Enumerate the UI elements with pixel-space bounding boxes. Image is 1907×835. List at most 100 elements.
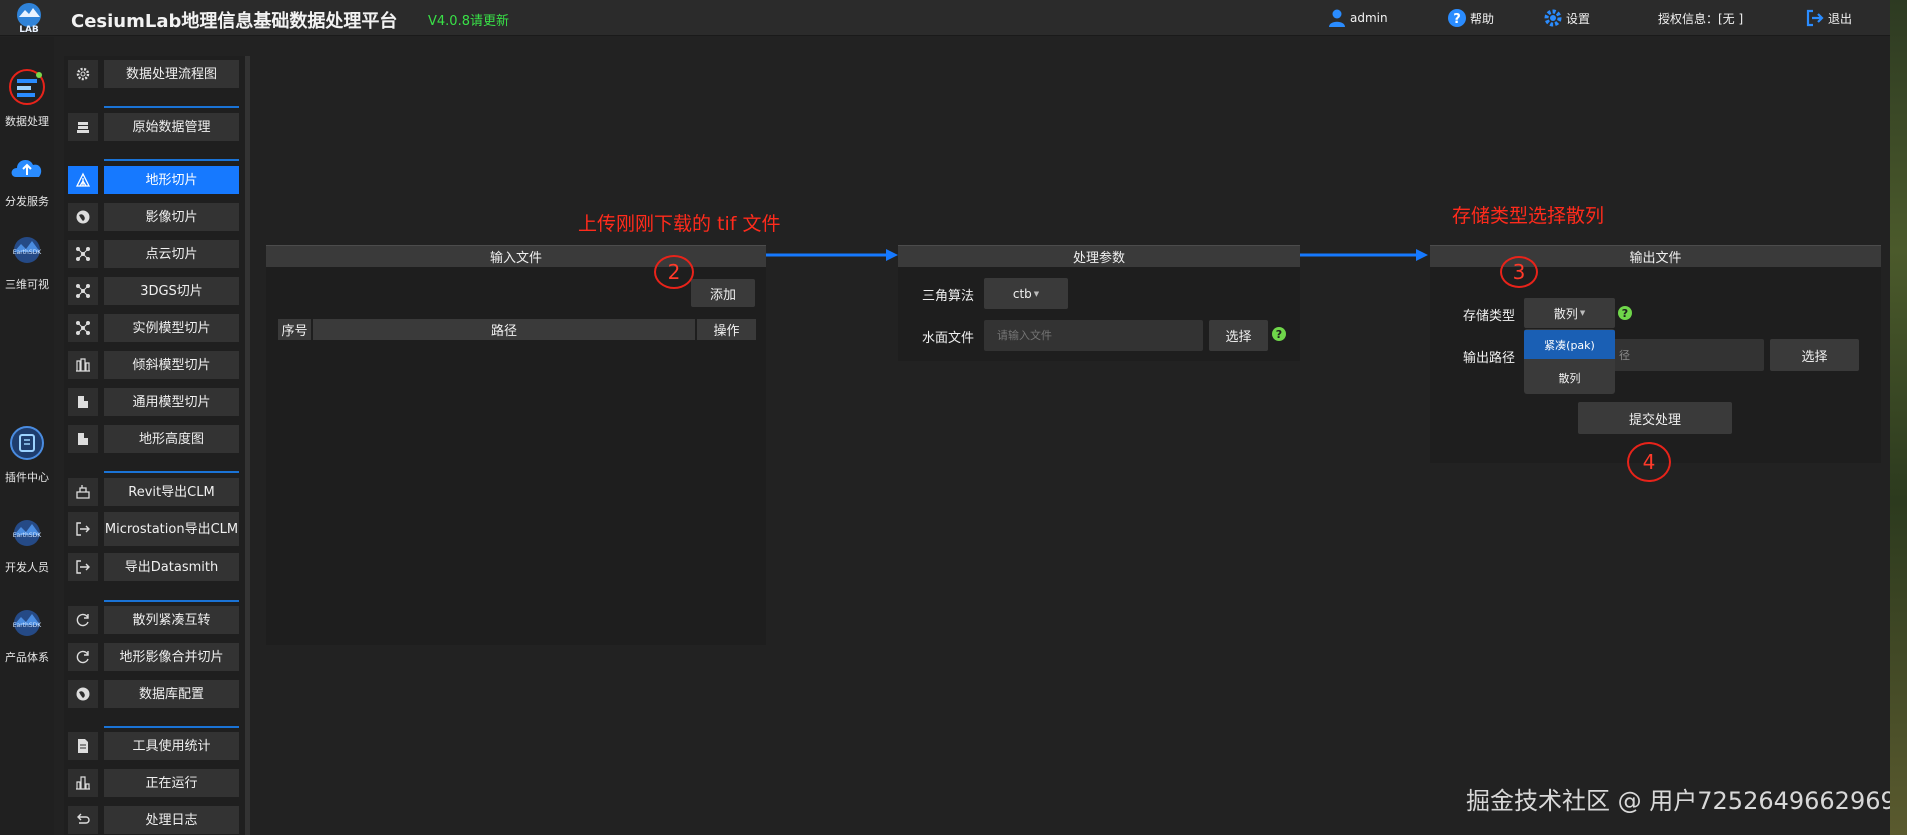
data-processing-icon xyxy=(9,69,45,105)
rail-item-products[interactable]: EarthSDK 产品体系 xyxy=(0,603,54,677)
algorithm-value: ctb xyxy=(1012,286,1032,301)
rail-item-distribution[interactable]: 分发服务 xyxy=(0,147,54,221)
step-marker-2: 2 xyxy=(654,255,694,289)
algorithm-select[interactable]: ctb ▼ xyxy=(984,278,1068,309)
logout-button[interactable]: 退出 xyxy=(1805,8,1852,28)
user-menu[interactable]: admin xyxy=(1327,8,1388,28)
output-path-select-button[interactable]: 选择 xyxy=(1770,339,1859,371)
sidebar-item-terrain-tiling[interactable]: 地形切片 xyxy=(68,166,239,194)
plugin-icon xyxy=(10,426,44,460)
gear-icon xyxy=(68,60,98,88)
logout-icon xyxy=(1806,9,1824,27)
sidebar-item-datasmith-export[interactable]: 导出Datasmith xyxy=(68,553,239,581)
dropdown-option-compact[interactable]: 紧凑(pak) xyxy=(1524,330,1615,359)
water-file-input[interactable] xyxy=(984,320,1203,351)
license-info: 授权信息：[无 ] xyxy=(1658,8,1743,28)
settings-button[interactable]: 设置 xyxy=(1543,8,1590,28)
sidebar-item-microstation-export[interactable]: Microstation导出CLM xyxy=(68,512,239,546)
refresh-icon xyxy=(68,643,98,671)
sidebar-item-label: 地形切片 xyxy=(104,166,239,194)
sidebar-item-label: 数据库配置 xyxy=(104,680,239,708)
sidebar-item-process-log[interactable]: 处理日志 xyxy=(68,806,239,834)
refresh-icon xyxy=(68,606,98,634)
sidebar-item-terrain-heightmap[interactable]: 地形高度图 xyxy=(68,425,239,453)
sidebar-item-revit-export[interactable]: Revit导出CLM xyxy=(68,478,239,506)
cloud-icon xyxy=(11,159,42,177)
step-marker-3: 3 xyxy=(1500,256,1538,288)
desktop-background-strip xyxy=(1890,0,1907,835)
terrain-icon xyxy=(68,166,98,194)
rail-item-developers[interactable]: EarthSDK 开发人员 xyxy=(0,513,54,587)
dropdown-option-hash[interactable]: 散列 xyxy=(1524,363,1615,392)
globe-icon xyxy=(68,680,98,708)
sidebar-divider xyxy=(104,106,239,108)
rail-item-data-processing[interactable]: 数据处理 xyxy=(0,67,54,141)
step-marker-4: 4 xyxy=(1627,442,1671,482)
svg-text:LAB: LAB xyxy=(19,25,39,34)
sidebar-item-pointcloud-tiling[interactable]: 点云切片 xyxy=(68,240,239,268)
help-button[interactable]: ? 帮助 xyxy=(1447,8,1494,28)
submit-process-button[interactable]: 提交处理 xyxy=(1578,402,1732,434)
sidebar-item-hash-compact-convert[interactable]: 散列紧凑互转 xyxy=(68,606,239,634)
rail-item-plugins[interactable]: 插件中心 xyxy=(0,423,54,497)
sidebar-item-usage-stats[interactable]: 工具使用统计 xyxy=(68,732,239,760)
rail-item-3d-visual[interactable]: EarthSDK 三维可视 xyxy=(0,230,54,304)
username: admin xyxy=(1350,11,1388,25)
sidebar-item-terrain-imagery-merge[interactable]: 地形影像合并切片 xyxy=(68,643,239,671)
column-header-index[interactable]: 序号 xyxy=(278,319,311,340)
nodes-icon xyxy=(68,240,98,268)
document-icon xyxy=(68,732,98,760)
annotation-upload-note: 上传刚刚下载的 tif 文件 xyxy=(578,213,781,235)
algorithm-label: 三角算法 xyxy=(922,289,975,304)
water-file-label: 水面文件 xyxy=(922,331,975,346)
sidebar-item-label: 散列紧凑互转 xyxy=(104,606,239,634)
sidebar-item-raw-data[interactable]: 原始数据管理 xyxy=(68,113,239,141)
storage-type-help-icon[interactable]: ? xyxy=(1618,306,1632,320)
logout-label: 退出 xyxy=(1828,11,1853,26)
sidebar-scrollbar[interactable] xyxy=(245,56,250,835)
revit-icon xyxy=(68,478,98,506)
version-update-link[interactable]: V4.0.8请更新 xyxy=(428,10,509,29)
sidebar-item-general-model-tiling[interactable]: 通用模型切片 xyxy=(68,388,239,416)
svg-text:?: ? xyxy=(1453,12,1461,27)
sidebar-divider xyxy=(104,159,239,161)
sidebar-item-instance-model-tiling[interactable]: 实例模型切片 xyxy=(68,314,239,342)
chevron-down-icon: ▼ xyxy=(1579,309,1586,317)
sidebar-item-oblique-model-tiling[interactable]: 倾斜模型切片 xyxy=(68,351,239,379)
storage-type-dropdown: 紧凑(pak) 散列 xyxy=(1524,329,1615,394)
add-file-button[interactable]: 添加 xyxy=(691,279,755,307)
chevron-down-icon: ▼ xyxy=(1033,289,1040,298)
module-rail: 数据处理 分发服务 EarthSDK 三维可视 插件中心 EarthSDK 开发… xyxy=(0,37,54,835)
help-icon: ? xyxy=(1448,9,1466,27)
sidebar-item-label: 地形高度图 xyxy=(104,425,239,453)
sidebar-item-label: 处理日志 xyxy=(104,806,239,834)
column-header-path[interactable]: 路径 xyxy=(313,319,695,340)
water-file-select-button[interactable]: 选择 xyxy=(1209,320,1268,351)
water-file-help-icon[interactable]: ? xyxy=(1272,327,1286,341)
export-icon xyxy=(68,553,98,581)
output-path-partial: 径 xyxy=(1619,349,1630,362)
column-header-actions[interactable]: 操作 xyxy=(697,319,756,340)
sidebar-item-label: 地形影像合并切片 xyxy=(104,643,239,671)
sidebar-item-imagery-tiling[interactable]: 影像切片 xyxy=(68,203,239,231)
storage-type-label: 存储类型 xyxy=(1463,309,1516,324)
sidebar-item-flowchart[interactable]: 数据处理流程图 xyxy=(68,60,239,88)
svg-text:EarthSDK: EarthSDK xyxy=(13,622,43,629)
svg-text:EarthSDK: EarthSDK xyxy=(13,532,43,539)
export-icon xyxy=(68,512,98,546)
nodes-icon xyxy=(68,314,98,342)
rail-label: 三维可视 xyxy=(5,278,49,291)
rail-label: 数据处理 xyxy=(5,115,49,128)
storage-type-select[interactable]: 散列 ▼ xyxy=(1524,298,1615,328)
sidebar-item-label: Microstation导出CLM xyxy=(104,512,239,546)
sidebar-item-label: 正在运行 xyxy=(104,769,239,797)
sidebar-item-label: 工具使用统计 xyxy=(104,732,239,760)
sidebar-item-label: 通用模型切片 xyxy=(104,388,239,416)
cesiumlab-logo[interactable]: LAB xyxy=(12,2,46,35)
sidebar-item-database-config[interactable]: 数据库配置 xyxy=(68,680,239,708)
storage-type-value: 散列 xyxy=(1553,306,1578,321)
sidebar-item-3dgs-tiling[interactable]: 3DGS切片 xyxy=(68,277,239,305)
bar-chart-icon xyxy=(68,769,98,797)
sidebar-item-running[interactable]: 正在运行 xyxy=(68,769,239,797)
earthsdk-icon: EarthSDK xyxy=(13,237,42,263)
